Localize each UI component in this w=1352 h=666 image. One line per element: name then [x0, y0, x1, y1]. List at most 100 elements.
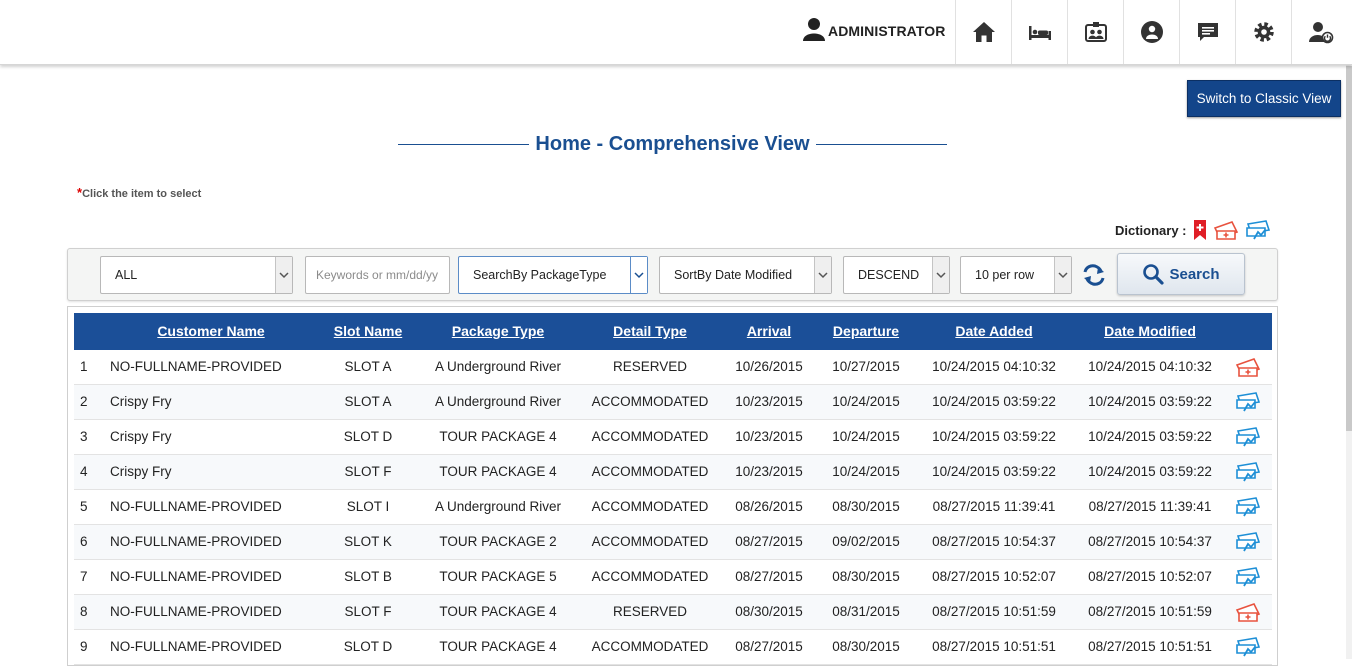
- row-status-icon[interactable]: [1224, 455, 1272, 489]
- table-row[interactable]: 7 NO-FULLNAME-PROVIDED SLOT B TOUR PACKAGE …: [74, 560, 1272, 595]
- sort-by-select-value: SortBy Date Modified: [674, 268, 793, 282]
- row-status-icon[interactable]: [1224, 525, 1272, 559]
- departure-cell: 10/24/2015: [832, 394, 900, 409]
- chevron-down-icon: [814, 257, 831, 293]
- slot-name-cell: SLOT F: [344, 464, 392, 479]
- customer-name-cell: NO-FULLNAME-PROVIDED: [110, 569, 282, 584]
- col-header-arrival[interactable]: Arrival: [724, 313, 814, 350]
- customer-name-cell: Crispy Fry: [110, 394, 172, 409]
- date-modified-cell: 10/24/2015 04:10:32: [1088, 359, 1212, 374]
- search-button[interactable]: Search: [1117, 253, 1245, 295]
- slot-name-cell: SLOT D: [343, 429, 393, 444]
- table-row[interactable]: 3 Crispy Fry SLOT D TOUR PACKAGE 4 ACCOMMODA…: [74, 420, 1272, 455]
- sort-order-select[interactable]: DESCEND: [843, 256, 950, 294]
- table-header: Customer Name Slot Name Package Type Det…: [74, 313, 1272, 350]
- arrival-cell: 08/26/2015: [735, 499, 803, 514]
- col-header-date-modified[interactable]: Date Modified: [1080, 313, 1220, 350]
- support-icon: [1140, 21, 1163, 43]
- date-modified-cell: 10/24/2015 03:59:22: [1088, 394, 1212, 409]
- slot-name-cell: SLOT A: [344, 359, 392, 374]
- package-type-cell: TOUR PACKAGE 2: [439, 534, 557, 549]
- vertical-scrollbar[interactable]: [1346, 0, 1352, 659]
- chevron-down-icon: [275, 257, 292, 293]
- user-menu[interactable]: ADMINISTRATOR: [803, 17, 945, 46]
- customer-name-cell: NO-FULLNAME-PROVIDED: [110, 359, 282, 374]
- nav-guests-button[interactable]: [1067, 0, 1123, 64]
- date-modified-cell: 10/24/2015 03:59:22: [1088, 429, 1212, 444]
- row-status-icon[interactable]: [1224, 420, 1272, 454]
- col-header-customer-name[interactable]: Customer Name: [140, 313, 282, 350]
- arrival-cell: 08/27/2015: [735, 534, 803, 549]
- date-added-cell: 10/24/2015 03:59:22: [932, 394, 1056, 409]
- bookmark-plus-icon: [1193, 220, 1206, 240]
- table-row[interactable]: 6 NO-FULLNAME-PROVIDED SLOT K TOUR PACKAGE …: [74, 525, 1272, 560]
- detail-type-cell: ACCOMMODATED: [591, 429, 709, 444]
- keyword-search-input[interactable]: [305, 256, 450, 294]
- nav-messages-button[interactable]: [1179, 0, 1235, 64]
- message-icon: [1197, 23, 1218, 41]
- table-row[interactable]: 4 Crispy Fry SLOT F TOUR PACKAGE 4 ACCOMMODA…: [74, 455, 1272, 490]
- customer-name-cell: NO-FULLNAME-PROVIDED: [110, 499, 282, 514]
- date-added-cell: 10/24/2015 03:59:22: [932, 464, 1056, 479]
- search-by-select[interactable]: SearchBy PackageType: [458, 256, 648, 294]
- departure-cell: 10/24/2015: [832, 464, 900, 479]
- package-type-cell: A Underground River: [434, 394, 562, 409]
- table-row[interactable]: 5 NO-FULLNAME-PROVIDED SLOT I A Underground…: [74, 490, 1272, 525]
- hint-text: Click the item to select: [82, 188, 202, 200]
- date-added-cell: 10/24/2015 04:10:32: [932, 359, 1056, 374]
- arrival-cell: 10/23/2015: [735, 394, 803, 409]
- detail-type-cell: RESERVED: [612, 359, 688, 374]
- detail-type-cell: ACCOMMODATED: [591, 394, 709, 409]
- row-number-cell: 5: [80, 499, 88, 514]
- table-row[interactable]: 1 NO-FULLNAME-PROVIDED SLOT A A Underground…: [74, 350, 1272, 385]
- departure-cell: 10/24/2015: [832, 429, 900, 444]
- filter-bar: ALL SearchBy PackageType SortBy Date Mod…: [67, 248, 1278, 301]
- accommodated-icon: [1236, 637, 1261, 657]
- row-status-icon[interactable]: [1224, 595, 1272, 629]
- user-icon: [803, 17, 825, 46]
- row-status-icon[interactable]: [1224, 385, 1272, 419]
- row-status-icon[interactable]: [1224, 490, 1272, 524]
- row-status-icon[interactable]: [1224, 350, 1272, 384]
- settings-icon: [1253, 22, 1274, 42]
- sort-by-select[interactable]: SortBy Date Modified: [659, 256, 832, 294]
- departure-cell: 08/31/2015: [832, 604, 900, 619]
- row-status-icon[interactable]: [1224, 560, 1272, 594]
- col-header-departure[interactable]: Departure: [818, 313, 914, 350]
- col-header-slot-name[interactable]: Slot Name: [322, 313, 414, 350]
- col-header-detail-type[interactable]: Detail Type: [580, 313, 720, 350]
- row-number-cell: 8: [80, 604, 88, 619]
- departure-cell: 08/30/2015: [832, 569, 900, 584]
- detail-type-cell: RESERVED: [612, 604, 688, 619]
- nav-settings-button[interactable]: [1235, 0, 1291, 64]
- package-type-cell: A Underground River: [434, 499, 562, 514]
- nav-account-button[interactable]: [1291, 0, 1350, 64]
- row-number-cell: 6: [80, 534, 88, 549]
- table-row[interactable]: 8 NO-FULLNAME-PROVIDED SLOT F TOUR PACKAGE …: [74, 595, 1272, 630]
- col-header-date-added[interactable]: Date Added: [924, 313, 1064, 350]
- switch-classic-view-button[interactable]: Switch to Classic View: [1187, 80, 1341, 117]
- slot-name-cell: SLOT B: [344, 569, 392, 584]
- table-row[interactable]: 9 NO-FULLNAME-PROVIDED SLOT D TOUR PACKAGE …: [74, 630, 1272, 665]
- nav-rooms-button[interactable]: [1011, 0, 1067, 64]
- refresh-icon[interactable]: [1080, 261, 1108, 289]
- user-logout-icon: [1309, 22, 1334, 44]
- chevron-down-icon: [932, 257, 949, 293]
- table-row[interactable]: 2 Crispy Fry SLOT A A Underground River ACCO…: [74, 385, 1272, 420]
- per-row-select-value: 10 per row: [975, 268, 1035, 282]
- row-number-cell: 4: [80, 464, 88, 479]
- title-divider-right: [815, 143, 948, 145]
- per-row-select[interactable]: 10 per row: [960, 256, 1072, 294]
- date-modified-cell: 08/27/2015 10:52:07: [1088, 569, 1212, 584]
- scrollbar-thumb[interactable]: [1346, 66, 1352, 431]
- nav-home-button[interactable]: [955, 0, 1011, 64]
- date-modified-cell: 08/27/2015 10:51:59: [1088, 604, 1212, 619]
- reserved-icon: [1235, 603, 1261, 622]
- detail-type-cell: ACCOMMODATED: [591, 569, 709, 584]
- package-type-cell: A Underground River: [434, 359, 562, 374]
- slot-name-cell: SLOT F: [344, 604, 392, 619]
- col-header-package-type[interactable]: Package Type: [428, 313, 568, 350]
- nav-support-button[interactable]: [1123, 0, 1179, 64]
- category-select[interactable]: ALL: [100, 256, 293, 294]
- date-modified-cell: 08/27/2015 10:54:37: [1088, 534, 1212, 549]
